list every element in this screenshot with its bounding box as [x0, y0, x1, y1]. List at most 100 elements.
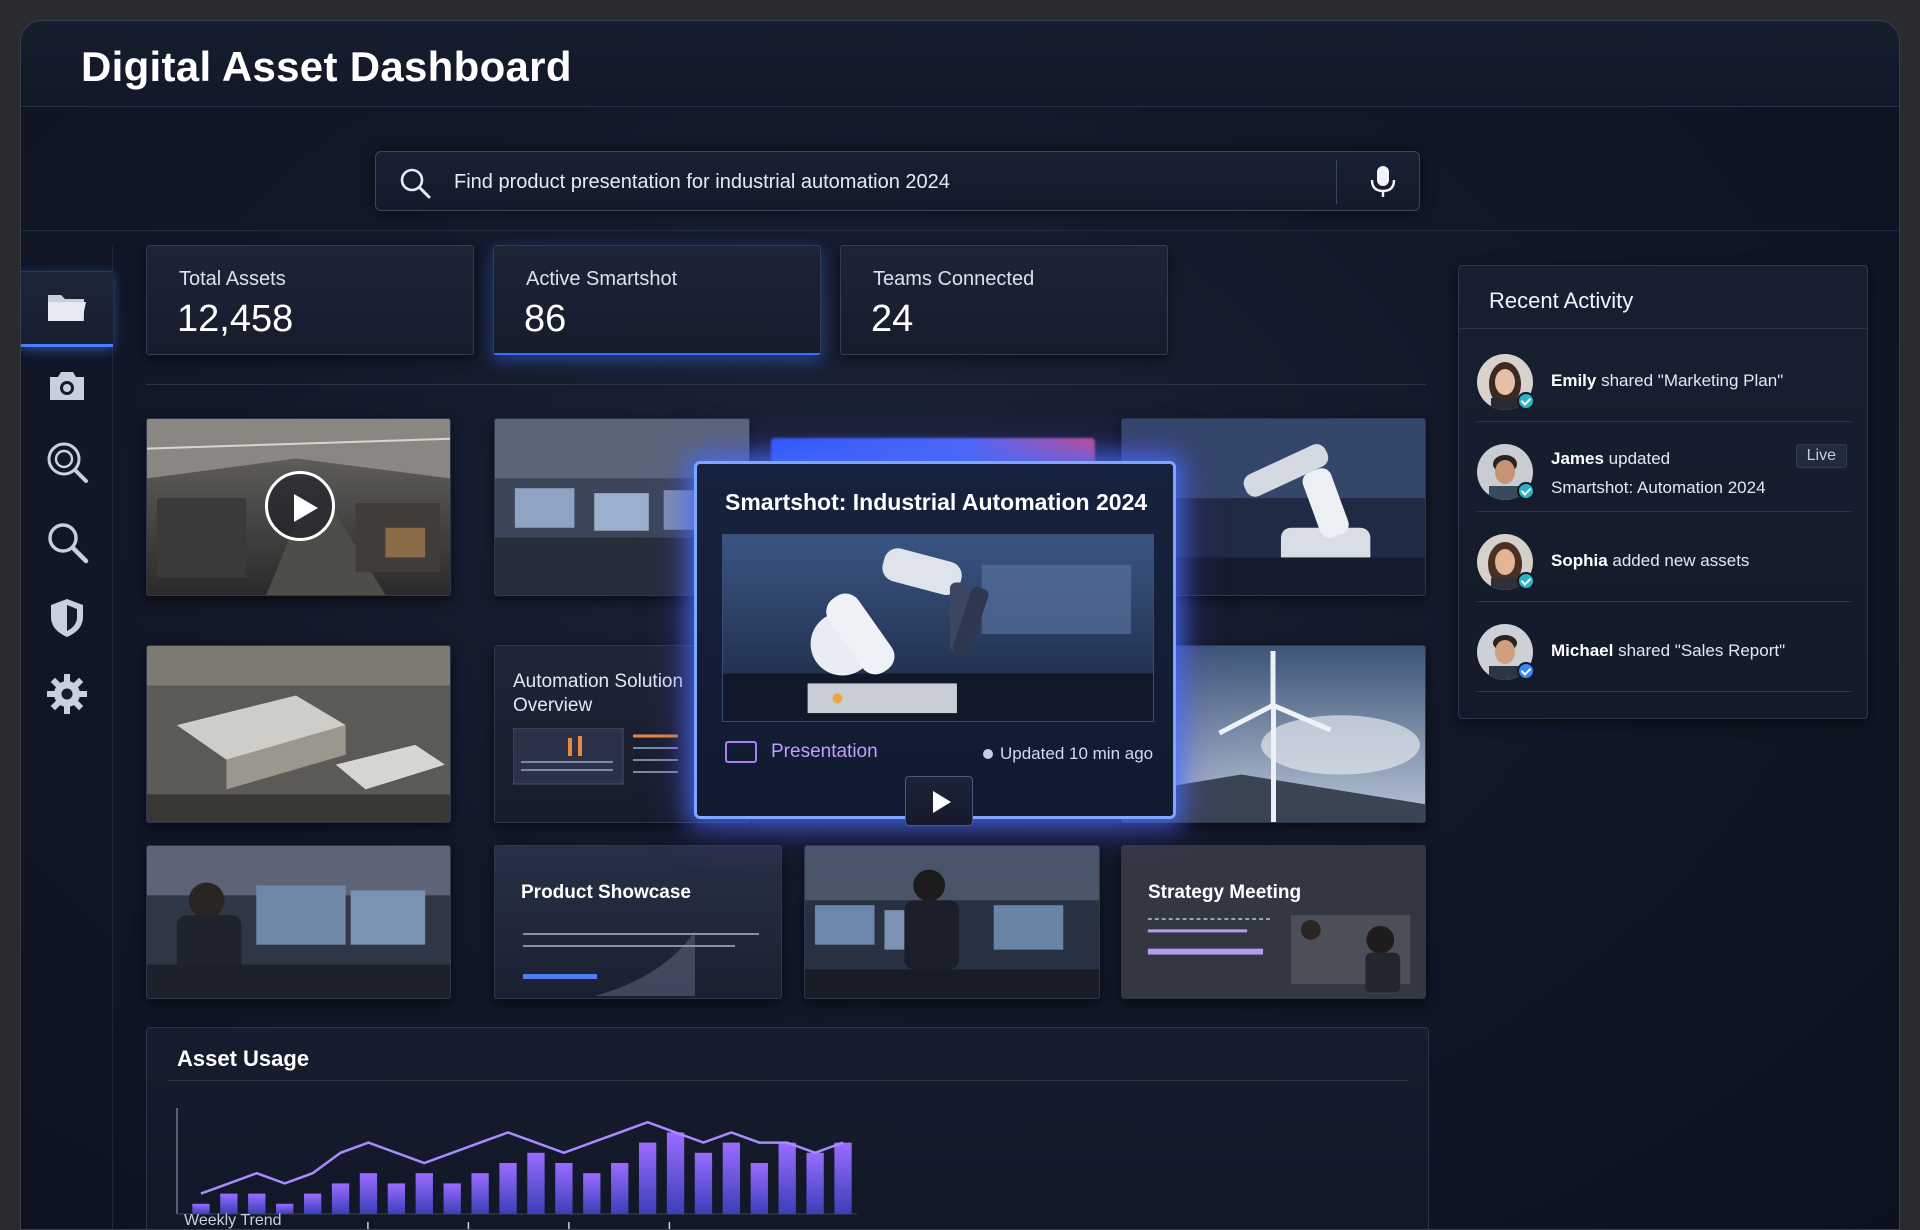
- sidebar-item-folder[interactable]: [37, 278, 97, 338]
- sidebar-item-security[interactable]: [37, 588, 97, 648]
- usage-title: Asset Usage: [177, 1046, 310, 1071]
- scan-search-icon: [47, 442, 88, 483]
- usage-chart: [176, 1108, 857, 1229]
- stat-card-teams-connected[interactable]: Teams Connected 24: [840, 245, 1168, 355]
- activity-item[interactable]: Michael shared "Sales Report": [1477, 602, 1851, 692]
- asset-tile-product-showcase[interactable]: Product Showcase: [494, 845, 782, 999]
- microphone-icon[interactable]: [1366, 164, 1400, 200]
- sidebar-item-scan[interactable]: [37, 432, 97, 492]
- usage-bar: [694, 1152, 713, 1214]
- usage-bar: [611, 1163, 629, 1214]
- usage-bar: [303, 1193, 322, 1214]
- usage-bar: [443, 1183, 461, 1214]
- search-icon: [400, 168, 431, 199]
- usage-bar: [331, 1183, 350, 1214]
- verified-icon: [1517, 662, 1535, 680]
- app-window: Digital Asset Dashboard Find product pre…: [20, 20, 1900, 1230]
- status-dot: [983, 749, 993, 759]
- slide-thumbnail-lines: [523, 931, 759, 996]
- sidebar: [21, 246, 113, 1229]
- usage-divider: [169, 1080, 1409, 1081]
- play-video-button[interactable]: [265, 471, 335, 541]
- usage-bar: [387, 1183, 406, 1214]
- gear-icon: [47, 674, 87, 714]
- usage-bar: [415, 1173, 433, 1214]
- robot-arm-image: [723, 535, 1153, 721]
- usage-bar: [248, 1193, 266, 1214]
- usage-bar: [638, 1142, 657, 1214]
- asset-tile-workstation[interactable]: [146, 845, 451, 999]
- activity-item[interactable]: Sophia added new assets: [1477, 512, 1851, 602]
- stat-label: Active Smartshot: [526, 268, 678, 290]
- meeting-image: [1122, 846, 1425, 998]
- sidebar-item-search[interactable]: [37, 512, 97, 572]
- verified-icon: [1517, 572, 1535, 590]
- usage-bar: [583, 1173, 601, 1214]
- asset-usage-panel: Asset Usage Weekly Trend: [146, 1027, 1429, 1229]
- camera-icon: [50, 372, 84, 400]
- usage-bar: [471, 1173, 489, 1214]
- folder-icon: [48, 295, 86, 321]
- activity-text: Emily shared "Marketing Plan": [1551, 371, 1784, 390]
- activity-text: Sophia added new assets: [1551, 551, 1750, 570]
- activity-text: Michael shared "Sales Report": [1551, 641, 1786, 660]
- usage-bar: [778, 1142, 796, 1214]
- usage-bar: [359, 1173, 378, 1214]
- verified-icon: [1517, 392, 1535, 410]
- usage-subtitle: Weekly Trend: [184, 1212, 282, 1229]
- activity-heading: Recent Activity: [1489, 288, 1634, 313]
- usage-bar: [750, 1163, 768, 1214]
- activity-item[interactable]: James updated Smartshot: Automation 2024 …: [1477, 422, 1851, 512]
- title-bar: Digital Asset Dashboard: [21, 21, 1899, 107]
- featured-title: Smartshot: Industrial Automation 2024: [725, 489, 1148, 515]
- stat-label: Total Assets: [179, 268, 286, 290]
- tile-title: Automation Solution Overview: [513, 671, 684, 716]
- search-bar[interactable]: [375, 151, 1420, 211]
- factory-aerial-image: [147, 646, 450, 822]
- stat-label: Teams Connected: [873, 268, 1035, 290]
- usage-bar: [499, 1163, 517, 1214]
- stat-value: 86: [524, 298, 567, 340]
- featured-type: Presentation: [771, 741, 878, 762]
- search-input[interactable]: [454, 162, 1314, 202]
- asset-tile-operator[interactable]: [804, 845, 1100, 999]
- activity-item[interactable]: Emily shared "Marketing Plan": [1477, 332, 1851, 422]
- operator-image: [805, 846, 1099, 998]
- stat-card-active-smartshot[interactable]: Active Smartshot 86: [493, 245, 821, 355]
- workstation-image: [147, 846, 450, 998]
- asset-tile-factory-video[interactable]: [146, 418, 451, 596]
- section-divider: [146, 384, 1426, 385]
- search-divider: [1336, 160, 1337, 204]
- search-icon: [48, 523, 89, 564]
- activity-text: James updated Smartshot: Automation 2024: [1551, 449, 1766, 497]
- usage-bar: [220, 1193, 238, 1214]
- featured-smartshot-card[interactable]: Smartshot: Industrial Automation 2024 Pr…: [694, 461, 1176, 826]
- activity-divider: [1459, 328, 1867, 329]
- sidebar-item-settings[interactable]: [37, 664, 97, 724]
- tile-title: Product Showcase: [521, 882, 691, 903]
- recent-activity-panel: Recent Activity Emily shared "Marketing …: [1458, 265, 1868, 719]
- page-title: Digital Asset Dashboard: [81, 43, 572, 90]
- stat-value: 12,458: [177, 298, 294, 340]
- verified-icon: [1517, 482, 1535, 500]
- featured-updated: Updated 10 min ago: [1000, 744, 1154, 763]
- trend-line: [200, 1120, 844, 1195]
- featured-thumbnail: [722, 534, 1154, 722]
- usage-bar: [722, 1142, 741, 1214]
- tile-title: Strategy Meeting: [1148, 882, 1302, 903]
- asset-tile-factory-aerial[interactable]: [146, 645, 451, 823]
- usage-bar: [527, 1152, 545, 1214]
- usage-bar: [834, 1142, 852, 1214]
- stat-value: 24: [871, 298, 914, 340]
- shield-icon: [51, 599, 83, 637]
- presentation-icon: [725, 741, 757, 763]
- stat-card-total-assets[interactable]: Total Assets 12,458: [146, 245, 474, 355]
- usage-bar: [555, 1163, 573, 1214]
- slide-thumbnail-chart: [513, 728, 678, 785]
- sidebar-item-camera[interactable]: [37, 356, 97, 416]
- asset-tile-strategy-meeting[interactable]: Strategy Meeting: [1121, 845, 1426, 999]
- usage-bar: [666, 1132, 685, 1214]
- search-area: [21, 107, 1899, 231]
- featured-play-button[interactable]: [905, 776, 973, 826]
- live-badge: Live: [1795, 444, 1847, 468]
